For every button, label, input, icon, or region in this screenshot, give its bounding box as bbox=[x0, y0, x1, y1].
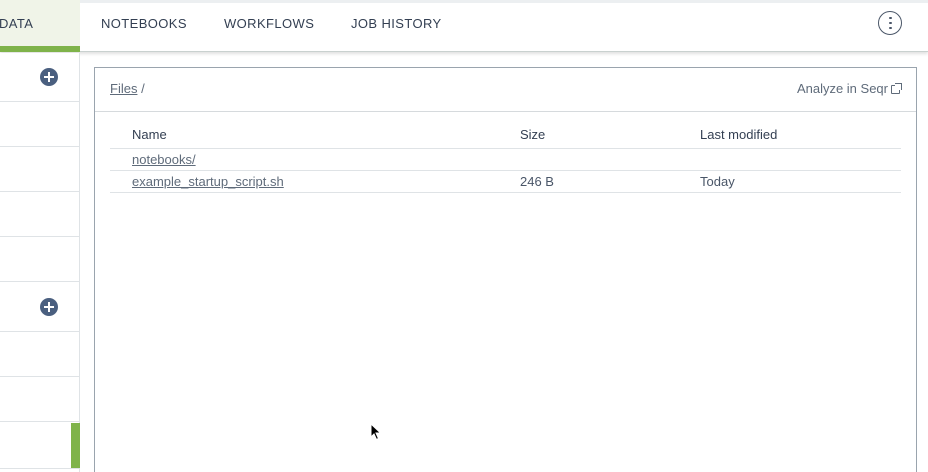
column-header-modified[interactable]: Last modified bbox=[700, 126, 901, 149]
file-link[interactable]: example_startup_script.sh bbox=[132, 174, 284, 189]
analyze-in-seqr-link[interactable]: Analyze in Seqr bbox=[797, 81, 902, 96]
file-modified-cell bbox=[700, 148, 901, 171]
column-header-name[interactable]: Name bbox=[110, 126, 520, 149]
kebab-vertical-icon[interactable] bbox=[878, 11, 902, 35]
file-modified-cell: Today bbox=[700, 170, 901, 193]
tab-data-label: DATA bbox=[0, 16, 34, 31]
external-link-icon bbox=[891, 83, 902, 94]
sidebar-item[interactable] bbox=[0, 377, 80, 422]
sidebar-item[interactable] bbox=[0, 332, 80, 377]
selected-indicator bbox=[71, 423, 80, 468]
file-link[interactable]: notebooks/ bbox=[132, 152, 196, 167]
sidebar-section-header bbox=[0, 282, 80, 332]
sidebar-item[interactable] bbox=[0, 237, 80, 282]
file-name-cell: notebooks/ bbox=[110, 148, 520, 171]
tab-job-history[interactable]: JOB HISTORY bbox=[351, 0, 442, 52]
tab-notebooks[interactable]: NOTEBOOKS bbox=[101, 0, 187, 52]
sidebar bbox=[0, 53, 80, 472]
analyze-label: Analyze in Seqr bbox=[796, 81, 888, 96]
files-panel: Files / Analyze in Seqr Name Size Last m… bbox=[94, 67, 917, 472]
plus-circle-icon[interactable] bbox=[40, 68, 58, 86]
plus-circle-icon[interactable] bbox=[40, 298, 58, 316]
table-header-row: Name Size Last modified bbox=[110, 126, 901, 149]
sidebar-item[interactable] bbox=[0, 147, 80, 192]
breadcrumb-separator: / bbox=[141, 81, 145, 96]
breadcrumb: Files / bbox=[110, 81, 145, 96]
breadcrumb-files-link[interactable]: Files bbox=[110, 81, 137, 96]
table-row: notebooks/ bbox=[110, 148, 901, 171]
tab-data[interactable]: DATA bbox=[0, 0, 80, 52]
column-header-size[interactable]: Size bbox=[520, 126, 700, 149]
files-table: Name Size Last modified notebooks/ examp… bbox=[110, 126, 901, 193]
file-name-cell: example_startup_script.sh bbox=[110, 170, 520, 193]
top-nav: DATA NOTEBOOKS WORKFLOWS JOB HISTORY bbox=[0, 0, 928, 52]
file-size-cell: 246 B bbox=[520, 170, 700, 193]
sidebar-item-selected[interactable] bbox=[0, 422, 80, 469]
file-size-cell bbox=[520, 148, 700, 171]
table-row: example_startup_script.sh 246 B Today bbox=[110, 170, 901, 193]
sidebar-item[interactable] bbox=[0, 192, 80, 237]
mouse-cursor-icon bbox=[370, 423, 382, 441]
active-tab-indicator bbox=[0, 46, 80, 52]
panel-header: Files / Analyze in Seqr bbox=[95, 68, 916, 112]
tab-workflows[interactable]: WORKFLOWS bbox=[224, 0, 314, 52]
sidebar-section-header bbox=[0, 53, 80, 102]
sidebar-item[interactable] bbox=[0, 102, 80, 147]
